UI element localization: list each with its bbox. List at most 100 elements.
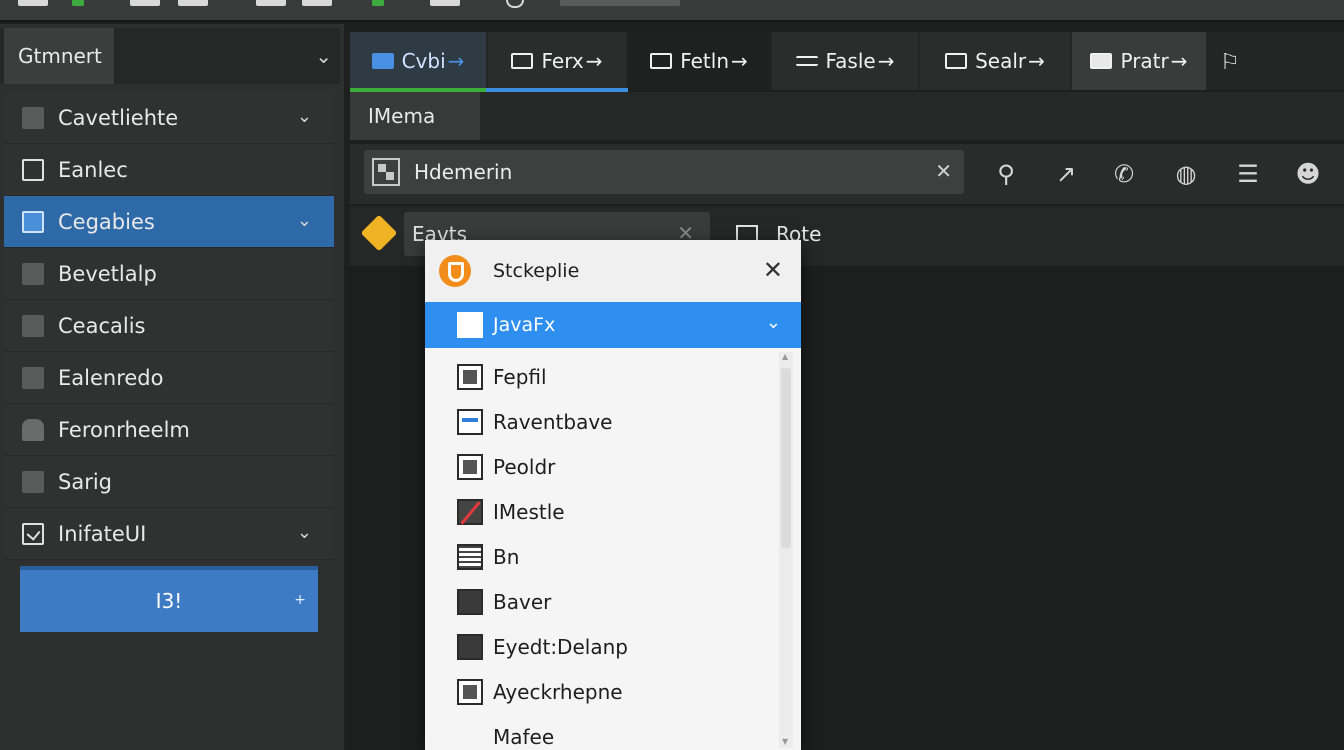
arrow-right-icon: →: [447, 49, 465, 73]
item-icon: [457, 498, 483, 525]
item-icon: [457, 678, 483, 705]
toolbar-icon[interactable]: [506, 0, 524, 8]
sidebar-item-8[interactable]: InifateUI ⌄: [4, 508, 334, 560]
plus-icon: +: [294, 592, 306, 608]
checkbox-icon[interactable]: [22, 158, 44, 181]
scroll-up-icon[interactable]: ▲: [782, 352, 788, 361]
toolbar-icon[interactable]: [302, 0, 332, 6]
item-icon: [457, 633, 483, 660]
dropdown-item[interactable]: Peoldr: [425, 444, 775, 489]
search-icon[interactable]: ⚲: [990, 158, 1022, 190]
dropdown-item[interactable]: Baver: [425, 579, 775, 624]
item-icon: [457, 543, 483, 570]
subtab-imema[interactable]: IMema: [350, 92, 480, 140]
sidebar-header: Gtmnert ⌄: [0, 28, 340, 84]
tab-1[interactable]: Ferx →: [488, 32, 626, 90]
item-icon: [457, 408, 483, 435]
sidebar-item-label: Sarig: [58, 469, 112, 494]
sidebar-item-label: Bevetlalp: [58, 261, 157, 286]
dropdown-item[interactable]: Raventbave: [425, 399, 775, 444]
dropdown-item[interactable]: IMestle: [425, 489, 775, 534]
chevron-down-icon[interactable]: ⌄: [315, 44, 332, 68]
folder-icon: [22, 106, 44, 129]
window-icon: [22, 210, 44, 233]
arrow-right-icon: →: [1170, 49, 1188, 73]
tab-0[interactable]: Cvbi →: [350, 32, 486, 90]
sidebar-item-3[interactable]: Bevetlalp: [4, 248, 334, 300]
tab-4[interactable]: Sealr →: [920, 32, 1070, 90]
shield-logo-icon: [439, 255, 471, 287]
tab-3[interactable]: Fasle →: [772, 32, 918, 90]
toolbar-icon[interactable]: [372, 0, 384, 6]
dropdown-selected-item[interactable]: JavaFx ⌄: [425, 302, 801, 348]
toolbar-icon[interactable]: [18, 0, 48, 6]
toolbar-icon[interactable]: [256, 0, 286, 6]
sidebar-action-button[interactable]: I3! +: [20, 566, 318, 632]
dropdown-panel: Stckeplie ✕ JavaFx ⌄ Fepfil Raventbave P…: [425, 240, 801, 750]
tab-2[interactable]: Fetln →: [628, 32, 770, 90]
dropdown-header: Stckeplie ✕: [425, 240, 801, 302]
tab-label: Ferx: [541, 49, 584, 73]
tab-5[interactable]: Pratr →: [1072, 32, 1206, 90]
dropdown-item[interactable]: Eyedt:Delanp: [425, 624, 775, 669]
sidebar-item-label: Feronrheelm: [58, 417, 190, 442]
arrow-icon[interactable]: ↗: [1050, 158, 1082, 190]
dropdown-item[interactable]: Bn: [425, 534, 775, 579]
sidebar-item-7[interactable]: Sarig: [4, 456, 334, 508]
toolbar-icon[interactable]: [130, 0, 160, 6]
scrollbar-thumb[interactable]: [781, 368, 791, 548]
globe-icon[interactable]: ◍: [1170, 158, 1202, 190]
image-icon: [511, 53, 534, 69]
tab-bar: Cvbi → Ferx → Fetln → Fasle → Sealr → Pr…: [350, 32, 1344, 94]
pin-icon[interactable]: ⚐: [1220, 50, 1240, 75]
dropdown-item-label: Raventbave: [493, 409, 613, 434]
dropdown-list: Fepfil Raventbave Peoldr IMestle Bn Bave…: [425, 354, 775, 750]
dropdown-item[interactable]: Ayeckrhepne: [425, 669, 775, 714]
dropdown-scrollbar[interactable]: ▲ ▼: [779, 352, 793, 748]
sidebar-action-label: I3!: [155, 589, 183, 613]
frame-icon: [650, 53, 673, 69]
chevron-down-icon[interactable]: ⌄: [297, 106, 312, 127]
flag-icon: [22, 418, 44, 441]
check-icon: [22, 522, 44, 545]
sidebar-header-tab[interactable]: Gtmnert: [4, 28, 114, 84]
chevron-down-icon[interactable]: ⌄: [297, 522, 312, 543]
phone-icon[interactable]: ✆: [1108, 158, 1140, 190]
arrow-right-icon: →: [877, 49, 895, 73]
toolbar-icon[interactable]: [178, 0, 208, 6]
tab-label: Fasle: [825, 49, 876, 73]
checkbox-icon: [457, 312, 483, 338]
file-icon: [22, 366, 44, 389]
sidebar-item-6[interactable]: Feronrheelm: [4, 404, 334, 456]
diamond-icon: [360, 214, 398, 252]
tab-label: Pratr: [1120, 49, 1169, 73]
arrow-right-icon: →: [585, 49, 603, 73]
sidebar-item-0[interactable]: Cavetliehte ⌄: [4, 92, 334, 144]
dropdown-item[interactable]: Fepfil: [425, 354, 775, 399]
menu-icon[interactable]: ☰: [1232, 158, 1264, 190]
scroll-down-icon[interactable]: ▼: [782, 737, 788, 746]
toolbar-icon[interactable]: [72, 0, 84, 6]
chevron-down-icon[interactable]: ⌄: [297, 210, 312, 231]
layout-icon: [371, 53, 394, 69]
chevron-down-icon[interactable]: ⌄: [766, 312, 781, 333]
sidebar-item-4[interactable]: Ceacalis: [4, 300, 334, 352]
panel-icon: [22, 262, 44, 285]
sidebar-item-label: Eanlec: [58, 157, 128, 182]
list-icon: [795, 56, 818, 66]
face-icon[interactable]: ☻: [1292, 158, 1324, 190]
arrow-right-icon: →: [1028, 49, 1045, 73]
sidebar-item-label: Cavetliehte: [58, 105, 179, 130]
sidebar-item-5[interactable]: Ealenredo: [4, 352, 334, 404]
close-icon[interactable]: ✕: [763, 256, 783, 284]
search-input[interactable]: Hdemerin ✕: [364, 150, 964, 194]
sidebar-item-1[interactable]: Eanlec: [4, 144, 334, 196]
toolbar-icon[interactable]: [430, 0, 460, 6]
item-icon: [457, 453, 483, 480]
dropdown-item-label: Fepfil: [493, 364, 547, 389]
dropdown-item[interactable]: Mafee: [425, 714, 775, 750]
clear-icon[interactable]: ✕: [935, 159, 952, 183]
toolbar-icon[interactable]: [560, 0, 680, 6]
sidebar-item-2[interactable]: Cegabies ⌄: [4, 196, 334, 248]
sidebar-item-label: Ealenredo: [58, 365, 164, 390]
